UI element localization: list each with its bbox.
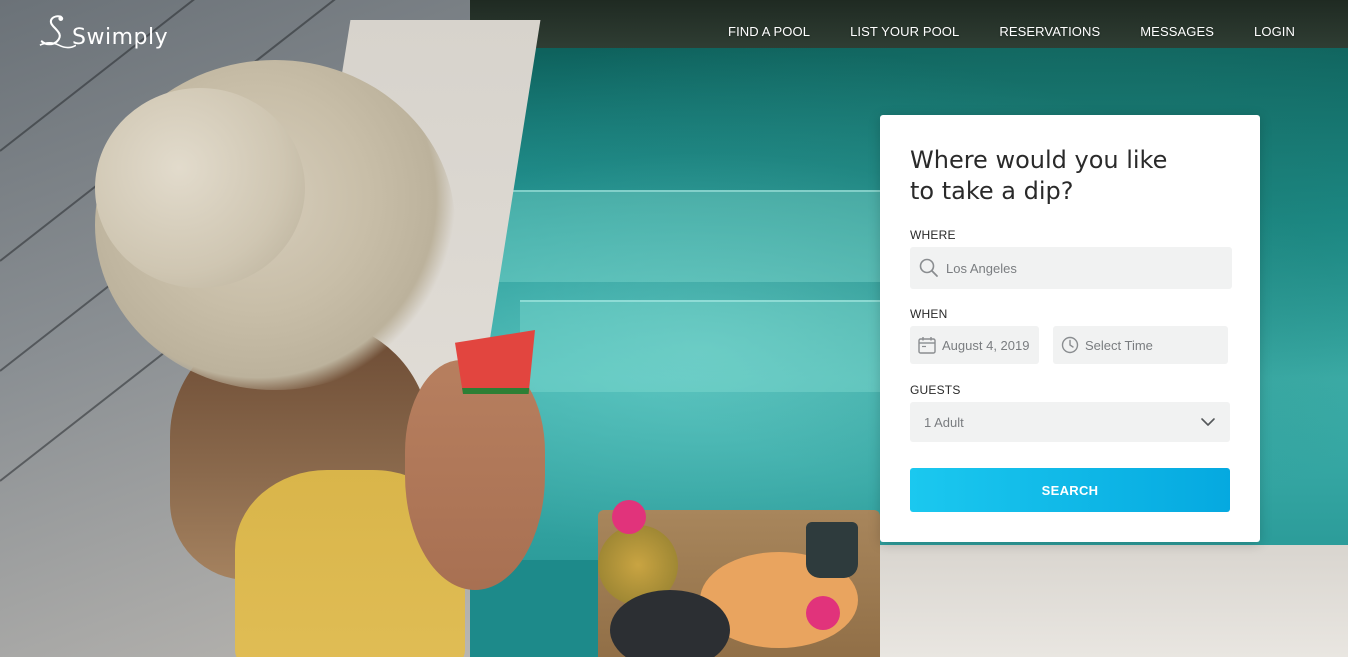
woman-arm-image	[405, 360, 545, 590]
nav-reservations[interactable]: RESERVATIONS	[999, 24, 1100, 39]
flower-image	[612, 500, 646, 534]
when-label: WHEN	[910, 307, 948, 321]
nav-login[interactable]: LOGIN	[1254, 24, 1295, 39]
straw-hat-crown-image	[95, 88, 305, 288]
time-picker[interactable]: Select Time	[1053, 326, 1228, 364]
stone-floor-image	[850, 545, 1348, 657]
logo[interactable]: Swimply	[38, 10, 168, 50]
guests-label: GUESTS	[910, 383, 961, 397]
pool-step	[520, 300, 900, 392]
top-nav: FIND A POOL LIST YOUR POOL RESERVATIONS …	[728, 24, 1295, 39]
time-placeholder: Select Time	[1085, 337, 1153, 353]
nav-messages[interactable]: MESSAGES	[1140, 24, 1214, 39]
search-card: Where would you like to take a dip? WHER…	[880, 115, 1260, 542]
flower-image	[806, 596, 840, 630]
nav-find-a-pool[interactable]: FIND A POOL	[728, 24, 810, 39]
where-value: Los Angeles	[946, 260, 1017, 276]
chevron-down-icon	[1200, 417, 1216, 427]
swimply-logo-icon	[39, 15, 76, 49]
calendar-icon	[917, 335, 937, 355]
search-icon	[918, 257, 940, 279]
hero-section: Swimply FIND A POOL LIST YOUR POOL RESER…	[0, 0, 1348, 657]
where-input[interactable]: Los Angeles	[910, 247, 1232, 289]
guests-value: 1 Adult	[924, 414, 964, 430]
clock-icon	[1060, 335, 1080, 355]
guests-select[interactable]: 1 Adult	[910, 402, 1230, 442]
date-picker[interactable]: August 4, 2019	[910, 326, 1039, 364]
nav-list-your-pool[interactable]: LIST YOUR POOL	[850, 24, 959, 39]
search-button[interactable]: SEARCH	[910, 468, 1230, 512]
search-card-title: Where would you like to take a dip?	[910, 146, 1168, 205]
tea-cup-image	[806, 522, 858, 578]
where-label: WHERE	[910, 228, 956, 242]
brand-name: Swimply	[72, 25, 169, 50]
date-value: August 4, 2019	[942, 337, 1030, 353]
pool-step	[480, 190, 900, 282]
